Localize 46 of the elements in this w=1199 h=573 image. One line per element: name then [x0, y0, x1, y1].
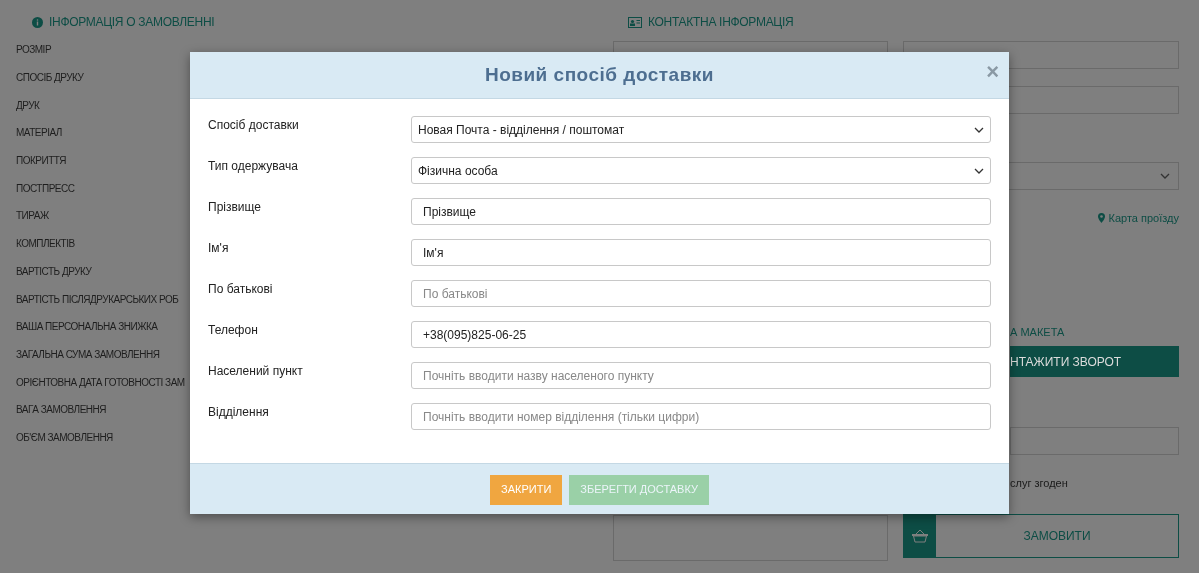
section-heading: А МАКЕТА	[1010, 324, 1065, 340]
chevron-icon	[974, 126, 984, 133]
input-field[interactable]: Почніть вводити номер відділення (тільки цифри)	[411, 403, 991, 430]
order-info-label: ОРІЄНТОВНА ДАТА ГОТОВНОСТІ ЗАМ	[16, 375, 185, 390]
select-field[interactable]: Фізична особа	[411, 157, 991, 184]
order-info-label: ВАГА ЗАМОВЛЕННЯ	[16, 403, 106, 418]
order-info-label: ВАША ПЕРСОНАЛЬНА ЗНИЖКА	[16, 320, 158, 335]
field-label: Тип одержувача	[208, 158, 299, 175]
agreement-text: слуг згоден	[1010, 476, 1068, 491]
input-field[interactable]: Ім'я	[411, 239, 991, 266]
basket-icon	[904, 514, 936, 557]
order-info-label: ПОСТПРЕСС	[16, 181, 75, 196]
chevron-icon	[974, 167, 984, 174]
field-label: Телефон	[208, 322, 259, 339]
field-label: Відділення	[208, 404, 270, 421]
order-info-label: ВАРТІСТЬ ПІСЛЯДРУКАРСЬКИХ РОБ	[16, 292, 179, 307]
order-info-label: ВАРТІСТЬ ДРУКУ	[16, 264, 92, 279]
input-field[interactable]	[1010, 427, 1179, 455]
upload-button[interactable]: НТАЖИТИ ЗВОРОТ	[1010, 346, 1179, 377]
comment-field[interactable]	[613, 515, 888, 561]
order-info-label: ДРУК	[16, 98, 40, 113]
order-info-label: ЗАГАЛЬНА СУМА ЗАМОВЛЕННЯ	[16, 347, 160, 362]
field-label: Прізвище	[208, 199, 262, 216]
input-field[interactable]: +38(095)825-06-25	[411, 321, 991, 348]
info-icon	[32, 16, 43, 28]
order-info-label: МАТЕРІАЛ	[16, 126, 62, 141]
input-field[interactable]: По батькові	[411, 280, 991, 307]
field-label: Спосіб доставки	[208, 117, 300, 134]
field-label: Ім'я	[208, 240, 230, 257]
order-info-label: КОМПЛЕКТІВ	[16, 237, 75, 252]
chevron-icon	[1160, 173, 1170, 179]
order-info-label: СПОСІБ ДРУКУ	[16, 71, 84, 86]
order-info-label: ОБ'ЄМ ЗАМОВЛЕННЯ	[16, 430, 113, 445]
contact-card-icon	[628, 16, 642, 28]
field-label: По батькові	[208, 281, 274, 298]
section-heading: ІНФОРМАЦІЯ О ЗАМОВЛЕННІ	[49, 14, 215, 31]
input-field[interactable]: Прізвище	[411, 198, 991, 225]
dialog-title: Новий спосіб доставки	[484, 62, 715, 87]
field-label: Населений пункт	[208, 363, 304, 380]
map-pin-icon	[1097, 213, 1105, 224]
input-field[interactable]: Почніть вводити назву населеного пункту	[411, 362, 991, 389]
order-info-label: ТИРАЖ	[16, 209, 49, 224]
section-heading: КОНТАКТНА ІНФОРМАЦІЯ	[648, 14, 794, 31]
order-info-label: РОЗМІР	[16, 43, 52, 58]
select-field[interactable]: Новая Почта - відділення / поштомат	[411, 116, 991, 143]
order-info-label: ПОКРИТТЯ	[16, 154, 66, 169]
